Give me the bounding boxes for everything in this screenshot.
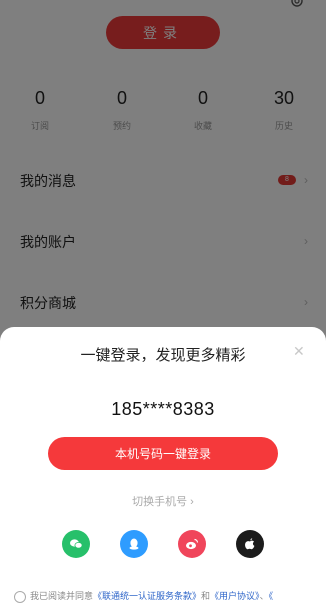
agreement-and: 和 [201, 591, 211, 601]
close-icon[interactable]: ✕ [293, 343, 305, 360]
agreement-prefix: 我已阅读并同意 [30, 591, 94, 601]
qq-icon[interactable] [120, 530, 148, 558]
weibo-icon[interactable] [178, 530, 206, 558]
user-agreement-link[interactable]: 《用户协议》 [210, 591, 260, 601]
apple-icon[interactable] [236, 530, 264, 558]
agreement-separator: 、 [259, 591, 269, 601]
wechat-icon[interactable] [62, 530, 90, 558]
sheet-title: 一键登录，发现更多精彩 [80, 347, 246, 364]
masked-phone-number: 185****8383 [111, 399, 215, 419]
one-key-login-button[interactable]: 本机号码一键登录 [48, 437, 278, 470]
login-bottom-sheet: 一键登录，发现更多精彩 ✕ 185****8383 本机号码一键登录 切换手机号… [0, 327, 326, 603]
switch-phone-link[interactable]: 切换手机号 › [0, 493, 326, 509]
carrier-terms-link[interactable]: 《联通统一认证服务条款》 [93, 591, 201, 601]
privacy-link[interactable]: 《 [269, 591, 274, 601]
